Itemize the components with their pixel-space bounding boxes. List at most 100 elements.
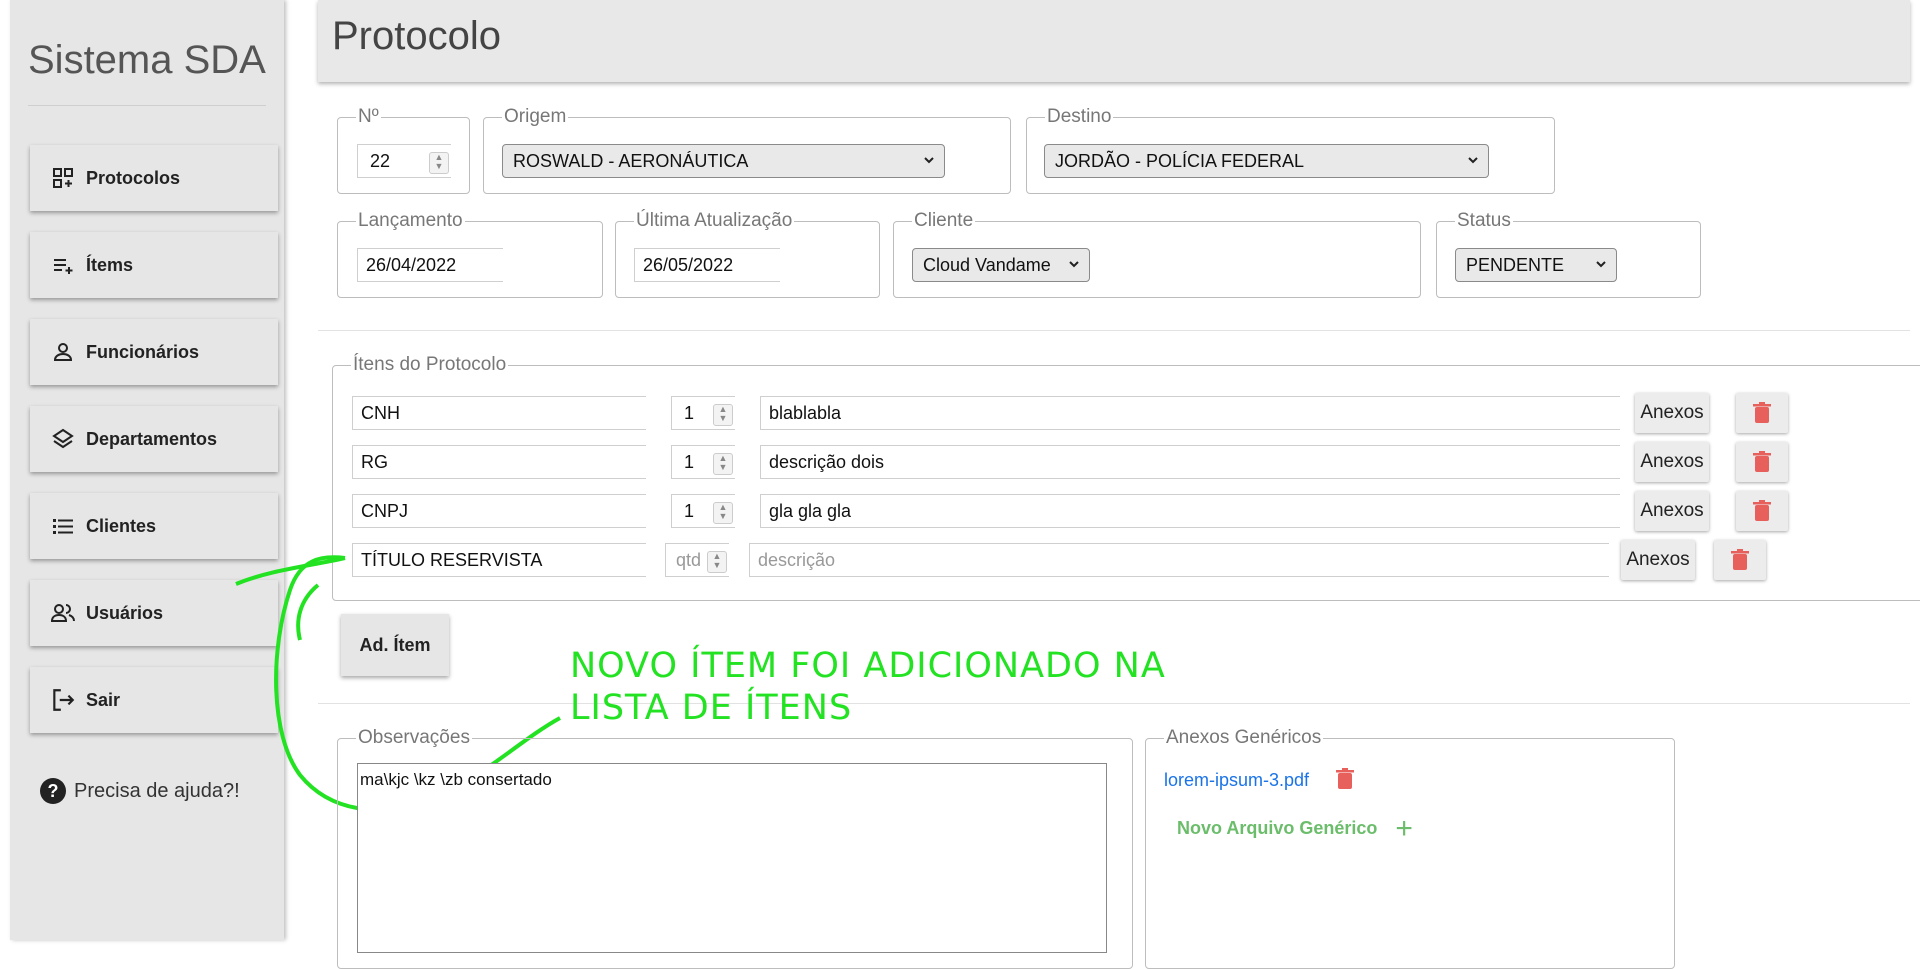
trash-icon <box>1753 402 1771 423</box>
grid-plus-icon <box>50 165 76 191</box>
status-label: Status <box>1457 210 1511 231</box>
qtd-stepper[interactable]: ▲ ▼ <box>713 502 733 524</box>
item-qtd-placeholder: qtd <box>676 549 702 570</box>
anexos-button[interactable]: Anexos <box>1635 442 1709 482</box>
item-descricao-input[interactable]: descrição <box>749 543 1609 577</box>
itens-legend: Ítens do Protocolo <box>353 354 507 375</box>
numero-input[interactable]: 22 ▲ ▼ <box>357 144 451 178</box>
sidebar-item-protocolos[interactable]: Protocolos <box>30 145 278 211</box>
numero-value: 22 <box>370 150 391 171</box>
destino-value: JORDÃO - POLÍCIA FEDERAL <box>1055 150 1305 171</box>
lancamento-label: Lançamento <box>358 210 463 231</box>
item-qtd: 1 <box>684 500 695 521</box>
item-qtd-input[interactable]: 1 ▲ ▼ <box>671 445 735 479</box>
help-link[interactable]: ? Precisa de ajuda?! <box>40 778 240 804</box>
ultima-input[interactable]: 26/05/2022 <box>634 248 780 282</box>
sidebar-item-label: Ítems <box>86 254 134 275</box>
item-qtd-input[interactable]: 1 ▲ ▼ <box>671 494 735 528</box>
item-descricao: blablabla <box>769 402 842 423</box>
chevron-down-icon <box>1596 261 1606 268</box>
status-value: PENDENTE <box>1466 254 1565 275</box>
item-qtd-input[interactable]: 1 ▲ ▼ <box>671 396 735 430</box>
status-select[interactable]: PENDENTE <box>1455 248 1617 282</box>
logout-icon <box>50 687 76 713</box>
item-descricao-input[interactable]: blablabla <box>760 396 1620 430</box>
destino-select[interactable]: JORDÃO - POLÍCIA FEDERAL <box>1044 144 1489 178</box>
numero-label: Nº <box>358 106 379 127</box>
observacoes-textarea[interactable]: ma\kjc \kz \zb consertado <box>357 763 1107 953</box>
sidebar: Sistema SDA Protocolos Ítems Funcionário… <box>10 0 284 940</box>
trash-icon <box>1336 768 1354 789</box>
sidebar-item-items[interactable]: Ítems <box>30 232 278 298</box>
trash-icon <box>1753 500 1771 521</box>
ultima-label: Última Atualização <box>636 210 793 231</box>
sidebar-item-label: Funcionários <box>86 341 200 362</box>
anexos-button[interactable]: Anexos <box>1635 393 1709 433</box>
list-icon <box>50 513 76 539</box>
sidebar-item-usuarios[interactable]: Usuários <box>30 580 278 646</box>
qtd-stepper[interactable]: ▲ ▼ <box>707 551 727 573</box>
item-descricao: descrição dois <box>769 451 885 472</box>
delete-file-button[interactable] <box>1336 768 1354 795</box>
item-descricao-input[interactable]: descrição dois <box>760 445 1620 479</box>
add-item-button[interactable]: Ad. Ítem <box>341 614 449 676</box>
sidebar-item-label: Sair <box>86 689 121 710</box>
item-qtd-input[interactable]: qtd ▲ ▼ <box>665 543 729 577</box>
origem-value: ROSWALD - AERONÁUTICA <box>513 150 749 171</box>
delete-item-button[interactable] <box>1714 540 1766 580</box>
delete-item-button[interactable] <box>1736 442 1788 482</box>
item-titulo-input[interactable]: RG <box>352 445 646 479</box>
item-titulo-input[interactable]: CNH <box>352 396 646 430</box>
anexos-genericos-label: Anexos Genéricos <box>1166 727 1322 748</box>
sidebar-item-label: Usuários <box>86 602 164 623</box>
layers-icon <box>50 426 76 452</box>
new-generic-file-label: Novo Arquivo Genérico <box>1177 818 1378 838</box>
item-qtd: 1 <box>684 451 695 472</box>
new-generic-file-button[interactable]: Novo Arquivo Genérico + <box>1177 811 1413 845</box>
plus-icon: + <box>1395 811 1413 845</box>
trash-icon <box>1753 451 1771 472</box>
file-link[interactable]: lorem-ipsum-3.pdf <box>1164 770 1309 791</box>
cliente-select[interactable]: Cloud Vandame <box>912 248 1090 282</box>
page-header: Protocolo <box>318 0 1910 82</box>
sidebar-item-funcionarios[interactable]: Funcionários <box>30 319 278 385</box>
chevron-down-icon <box>1069 261 1079 268</box>
sidebar-item-label: Protocolos <box>86 167 181 188</box>
origem-select[interactable]: ROSWALD - AERONÁUTICA <box>502 144 945 178</box>
delete-item-button[interactable] <box>1736 491 1788 531</box>
people-icon <box>50 600 76 626</box>
sidebar-item-clientes[interactable]: Clientes <box>30 493 278 559</box>
item-titulo-input[interactable]: CNPJ <box>352 494 646 528</box>
numero-stepper[interactable]: ▲ ▼ <box>429 152 449 174</box>
lancamento-input[interactable]: 26/04/2022 <box>357 248 503 282</box>
item-titulo: CNPJ <box>361 500 409 521</box>
item-titulo-input[interactable]: TÍTULO RESERVISTA <box>352 543 646 577</box>
help-label: Precisa de ajuda?! <box>74 779 240 802</box>
cliente-label: Cliente <box>914 210 974 231</box>
cliente-value: Cloud Vandame <box>923 254 1051 275</box>
observacoes-label: Observações <box>358 727 470 748</box>
delete-item-button[interactable] <box>1736 393 1788 433</box>
qtd-stepper[interactable]: ▲ ▼ <box>713 453 733 475</box>
person-icon <box>50 339 76 365</box>
item-titulo: CNH <box>361 402 400 423</box>
item-descricao: gla gla gla <box>769 500 852 521</box>
origem-label: Origem <box>504 106 567 127</box>
annotation-line: NOVO ÍTEM FOI ADICIONADO NA <box>570 646 1166 686</box>
sidebar-item-label: Clientes <box>86 515 157 536</box>
sidebar-item-departamentos[interactable]: Departamentos <box>30 406 278 472</box>
sidebar-item-sair[interactable]: Sair <box>30 667 278 733</box>
annotation-line: LISTA DE ÍTENS <box>570 688 853 728</box>
item-descricao-placeholder: descrição <box>758 549 836 570</box>
chevron-down-icon <box>1468 157 1478 164</box>
item-titulo: RG <box>361 451 388 472</box>
anexos-genericos-fieldset: Anexos Genéricos <box>1145 727 1675 969</box>
anexos-button[interactable]: Anexos <box>1635 491 1709 531</box>
qtd-stepper[interactable]: ▲ ▼ <box>713 404 733 426</box>
item-titulo: TÍTULO RESERVISTA <box>361 549 543 570</box>
anexos-button[interactable]: Anexos <box>1621 540 1695 580</box>
item-descricao-input[interactable]: gla gla gla <box>760 494 1620 528</box>
chevron-down-icon <box>924 157 934 164</box>
page-title: Protocolo <box>332 14 501 58</box>
destino-label: Destino <box>1047 106 1112 127</box>
